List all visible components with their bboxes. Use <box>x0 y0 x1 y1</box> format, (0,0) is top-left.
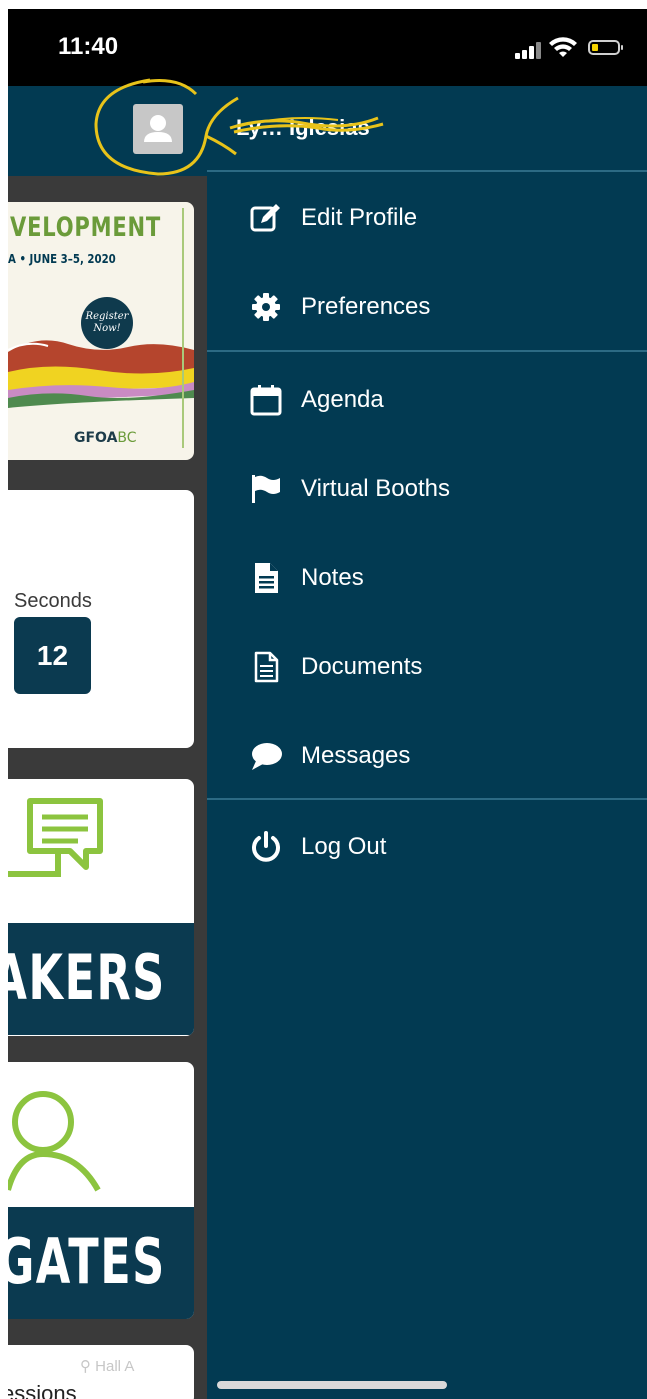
delegates-label: EGATES <box>8 1225 167 1298</box>
poster-border-line <box>182 208 184 448</box>
sessions-card[interactable]: ⚲ Hall A essions <box>8 1345 194 1399</box>
speakers-label-band: AKERS <box>8 923 194 1035</box>
poster-date: A • JUNE 3–5, 2020 <box>8 252 116 266</box>
document-icon <box>249 650 283 684</box>
menu-label-preferences: Preferences <box>301 293 431 320</box>
phone-screen: 11:40 VELOPMENT A • JUNE 3–5, 2020 Regis… <box>8 9 647 1399</box>
countdown-seconds-value: 12 <box>14 617 91 694</box>
delegates-tile[interactable]: EGATES <box>8 1062 194 1319</box>
menu-item-edit-profile[interactable]: Edit Profile <box>207 183 647 253</box>
menu-label-log-out: Log Out <box>301 833 387 860</box>
location-pin-icon: ⚲ <box>80 1358 91 1375</box>
battery-low-icon <box>588 40 623 55</box>
speech-bubble-icon <box>8 798 103 877</box>
menu-item-virtual-booths[interactable]: Virtual Booths <box>207 454 647 524</box>
drawer-divider-top <box>207 170 647 172</box>
speakers-label: AKERS <box>8 941 166 1014</box>
delegates-label-band: EGATES <box>8 1207 194 1319</box>
menu-label-virtual-booths: Virtual Booths <box>301 475 450 502</box>
menu-item-messages[interactable]: Messages <box>207 721 647 791</box>
countdown-seconds-label: Seconds <box>14 590 92 612</box>
power-icon <box>249 830 283 864</box>
status-icons <box>509 37 629 61</box>
menu-item-preferences[interactable]: Preferences <box>207 272 647 342</box>
home-indicator[interactable] <box>217 1381 447 1389</box>
drawer-header: Ly… Iglesias <box>8 78 647 176</box>
menu-label-notes: Notes <box>301 564 364 591</box>
person-outline-icon <box>8 1091 101 1192</box>
menu-label-agenda: Agenda <box>301 386 384 413</box>
session-location: ⚲ Hall A <box>80 1357 134 1375</box>
menu-item-notes[interactable]: Notes <box>207 543 647 613</box>
menu-label-messages: Messages <box>301 742 411 769</box>
register-now-badge: Register Now! <box>81 297 133 349</box>
status-time: 11:40 <box>58 33 119 60</box>
flag-icon <box>249 472 283 506</box>
note-icon <box>249 561 283 595</box>
edit-icon <box>249 201 283 235</box>
session-location-text: Hall A <box>95 1358 135 1375</box>
logo-suffix: BC <box>117 430 137 446</box>
sessions-label: essions <box>8 1381 77 1399</box>
gear-icon <box>249 290 283 324</box>
wifi-icon <box>549 37 577 57</box>
gfoa-bc-logo: GFOABC <box>74 430 137 446</box>
menu-item-documents[interactable]: Documents <box>207 632 647 702</box>
menu-label-edit-profile: Edit Profile <box>301 204 418 231</box>
drawer-divider-2 <box>207 798 647 800</box>
speakers-tile[interactable]: AKERS <box>8 779 194 1036</box>
chat-bubble-icon <box>249 739 283 773</box>
poster-title: VELOPMENT <box>10 212 162 243</box>
menu-item-log-out[interactable]: Log Out <box>207 812 647 882</box>
menu-label-documents: Documents <box>301 653 423 680</box>
conference-poster-card[interactable]: VELOPMENT A • JUNE 3–5, 2020 Register No… <box>8 202 194 460</box>
drawer-divider-1 <box>207 350 647 352</box>
menu-item-agenda[interactable]: Agenda <box>207 365 647 435</box>
redaction-scribble <box>229 116 384 134</box>
calendar-icon <box>249 383 283 417</box>
logo-text: GFOA <box>74 430 118 446</box>
cellular-signal-icon <box>515 41 545 59</box>
highlight-annotation-circle <box>94 78 239 176</box>
